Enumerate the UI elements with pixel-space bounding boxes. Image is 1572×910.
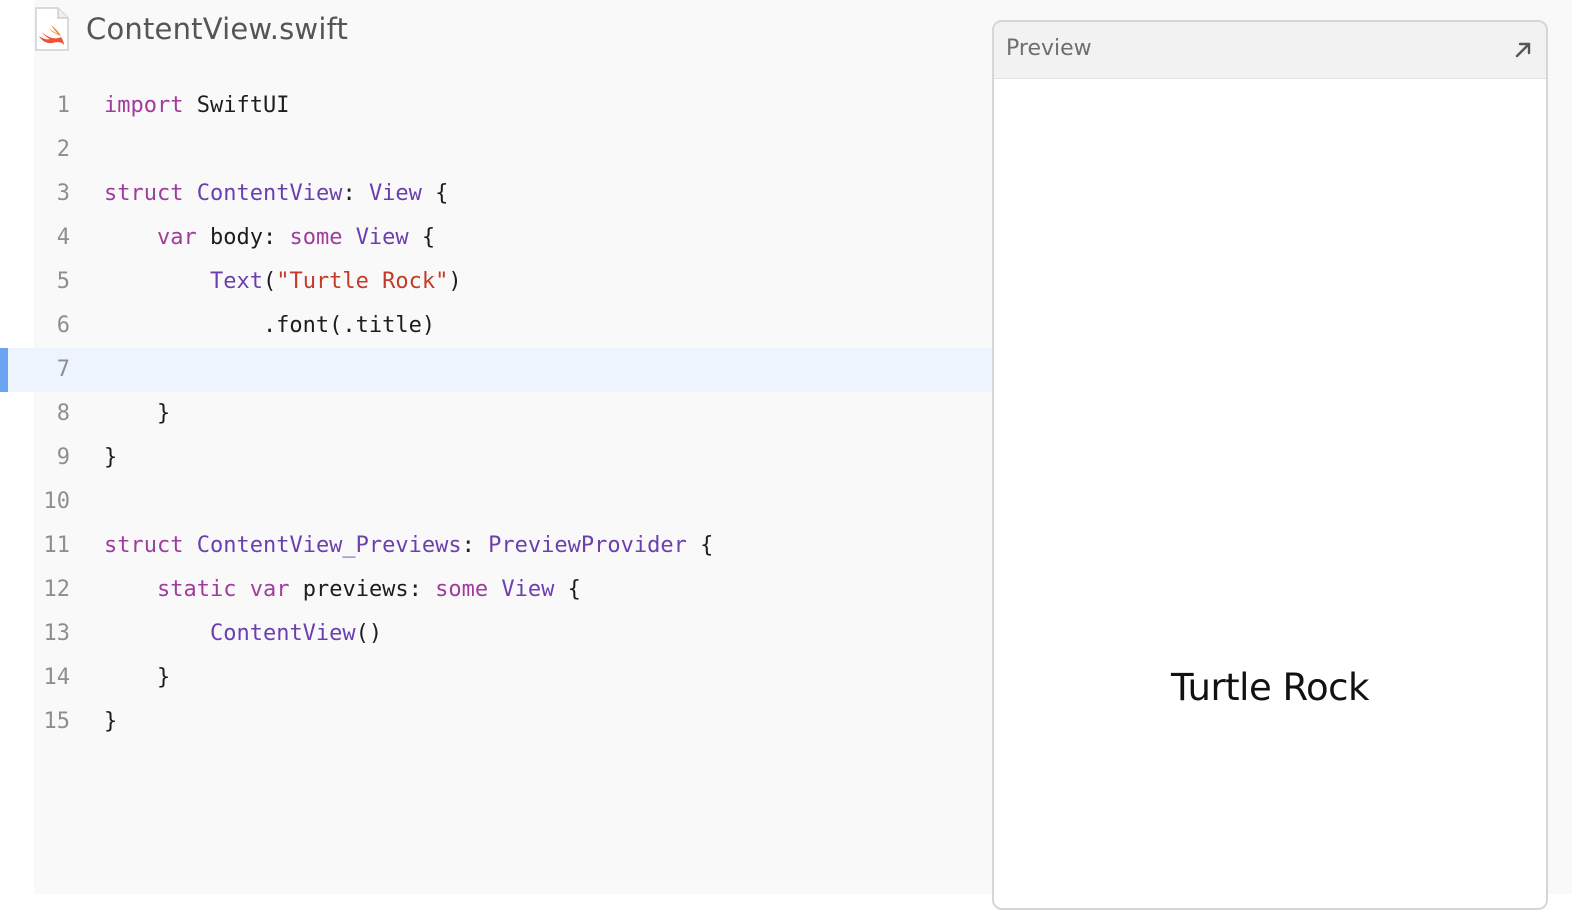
line-code: ContentView() [104,612,382,656]
code-token: { [408,225,436,250]
code-token: { [421,181,449,206]
preview-panel: Preview Turtle Rock [992,20,1548,910]
line-code: } [104,436,117,480]
line-number: 3 [56,181,70,206]
code-token: some [435,577,489,602]
code-token: View [368,181,422,206]
code-token: body: [196,225,290,250]
code-token: : [342,181,369,206]
line-number: 14 [43,665,71,690]
code-token: struct [104,533,184,558]
swift-file-icon [35,7,69,51]
code-token: ContentView [196,181,343,206]
expand-arrow-icon[interactable] [1512,39,1534,61]
line-code: static var previews: some View { [104,568,581,612]
code-token: ) [448,269,462,294]
line-number: 12 [43,577,71,602]
code-token: var [249,577,290,602]
code-token: .font(.title) [104,313,436,338]
code-token: { [686,533,714,558]
line-code: Text("Turtle Rock") [104,260,462,304]
line-number: 15 [43,709,71,734]
preview-title: Preview [1006,36,1092,61]
line-code: import SwiftUI [104,84,289,128]
line-number: 13 [43,621,71,646]
line-code: } [104,392,170,436]
code-token: previews: [289,577,436,602]
line-code: struct ContentView_Previews: PreviewProv… [104,524,713,568]
code-token: View [501,577,555,602]
code-token: struct [104,181,184,206]
code-token: static [156,577,237,602]
line-number: 7 [56,357,70,382]
code-token: "Turtle Rock" [276,269,449,294]
line-number: 6 [56,313,70,338]
code-token: PreviewProvider [488,533,687,558]
code-token: import [104,93,184,118]
line-code: var body: some View { [104,216,435,260]
line-code: } [104,656,170,700]
preview-rendered-text: Turtle Rock [1171,666,1369,709]
line-number: 1 [56,93,70,118]
code-token: { [554,577,581,602]
code-token: } [104,709,118,734]
code-token: : [461,533,489,558]
line-code: struct ContentView: View { [104,172,448,216]
preview-header: Preview [994,22,1546,79]
preview-canvas: Turtle Rock [994,80,1546,908]
line-number: 5 [56,269,70,294]
line-code: .font(.title) [104,304,435,348]
line-number: 9 [56,445,70,470]
code-token: ContentView_Previews [196,533,462,558]
code-token: ContentView [209,621,356,646]
line-code: } [104,700,117,744]
code-token: } [104,665,171,690]
code-token: Text [209,269,263,294]
line-number: 2 [56,137,70,162]
line-number: 8 [56,401,70,426]
code-token: ( [262,269,277,294]
line-number: 4 [56,225,70,250]
file-header: ContentView.swift [34,4,348,54]
line-number: 10 [43,489,71,514]
code-token: View [355,225,409,250]
line-number: 11 [43,533,71,558]
code-token: () [355,621,383,646]
code-token: SwiftUI [183,93,290,118]
code-token: var [156,225,197,250]
code-token: some [289,225,343,250]
code-token: } [104,445,118,470]
code-token: } [104,401,171,426]
file-name: ContentView.swift [86,12,349,46]
